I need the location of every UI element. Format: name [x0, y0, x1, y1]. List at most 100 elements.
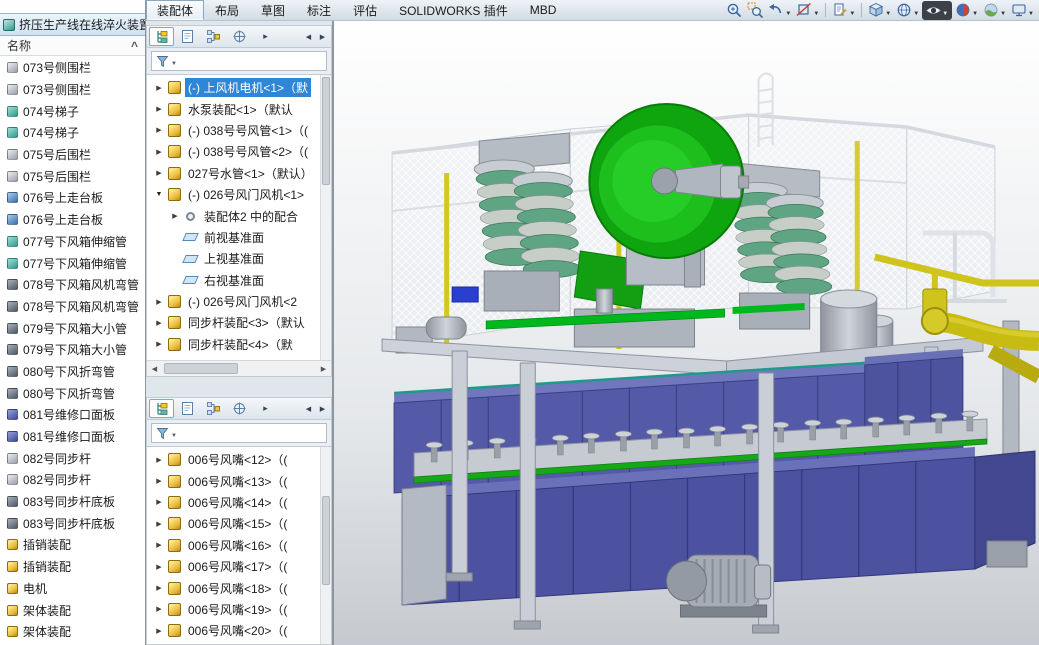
list-item[interactable]: 075号后围栏	[0, 165, 145, 187]
menu-tab[interactable]: SOLIDWORKS 插件	[388, 0, 519, 20]
configurationmanager-tab[interactable]	[201, 27, 226, 46]
scrollbar-thumb[interactable]	[164, 363, 238, 374]
tree-item[interactable]: 006号风嘴<17>（(	[147, 556, 320, 577]
apply-scene-button[interactable]	[981, 1, 1008, 20]
tree-item[interactable]: 水泵装配<1>（默认	[147, 98, 320, 119]
panel-splitter[interactable]	[146, 377, 332, 397]
next-tab-icon[interactable]	[253, 27, 278, 46]
tree-item[interactable]: (-) 038号号风管<1>（(	[147, 120, 320, 141]
tree-item[interactable]: 上视基准面	[147, 248, 320, 269]
list-item[interactable]: 077号下风箱伸缩管	[0, 231, 145, 253]
view-settings-button[interactable]	[1009, 1, 1036, 20]
expand-arrow-icon[interactable]	[154, 605, 164, 613]
scrollbar-track[interactable]	[162, 361, 316, 376]
zoom-area-button[interactable]	[745, 1, 765, 20]
previous-view-button[interactable]	[766, 1, 793, 20]
hide-show-items-button[interactable]	[922, 1, 952, 20]
list-item[interactable]: 电机	[0, 578, 145, 600]
display-style-button[interactable]	[894, 1, 921, 20]
panel-scroll-right-icon[interactable]	[316, 27, 329, 46]
scroll-right-icon[interactable]	[316, 365, 331, 373]
scrollbar-thumb[interactable]	[322, 496, 330, 585]
expand-arrow-icon[interactable]	[154, 169, 164, 177]
expand-arrow-icon[interactable]	[154, 541, 164, 549]
expand-arrow-icon[interactable]	[154, 627, 164, 635]
expand-arrow-icon[interactable]	[154, 456, 164, 464]
menu-tab[interactable]: 布局	[204, 0, 250, 20]
view-orientation-button[interactable]	[866, 1, 893, 20]
scroll-left-icon[interactable]	[147, 365, 162, 373]
expand-arrow-icon[interactable]	[154, 191, 164, 198]
list-item[interactable]: 080号下风折弯管	[0, 361, 145, 383]
expand-arrow-icon[interactable]	[154, 84, 164, 92]
displaymanager-tab[interactable]	[227, 399, 252, 418]
motor[interactable]	[666, 555, 770, 617]
3d-viewport[interactable]	[334, 21, 1039, 645]
filter-input[interactable]	[151, 423, 327, 443]
expand-arrow-icon[interactable]	[154, 340, 164, 348]
tree-item[interactable]: 006号风嘴<19>（(	[147, 599, 320, 620]
assembly-model[interactable]	[334, 21, 1039, 645]
featuremanager-tab[interactable]	[149, 399, 174, 418]
collapse-chevron-icon[interactable]	[131, 39, 138, 53]
tree-item[interactable]: 右视基准面	[147, 270, 320, 291]
expand-arrow-icon[interactable]	[154, 477, 164, 485]
section-view-button[interactable]	[794, 1, 821, 20]
list-item[interactable]: 架体装配	[0, 621, 145, 643]
list-item[interactable]: 073号侧围栏	[0, 79, 145, 101]
expand-arrow-icon[interactable]	[154, 563, 164, 571]
tree-item[interactable]: 027号水管<1>（默认）	[147, 163, 320, 184]
list-item[interactable]: 081号维修口面板	[0, 426, 145, 448]
propertymanager-tab[interactable]	[175, 27, 200, 46]
list-item[interactable]: 082号同步杆	[0, 447, 145, 469]
tree-item[interactable]: 006号风嘴<12>（(	[147, 449, 320, 470]
tree-item[interactable]: (-) 026号风门风机<2	[147, 291, 320, 312]
tree-item[interactable]: (-) 上风机电机<1>（默	[147, 77, 320, 98]
zoom-fit-button[interactable]	[724, 1, 744, 20]
list-item[interactable]: 插销装配	[0, 556, 145, 578]
list-item[interactable]: 079号下风箱大小管	[0, 339, 145, 361]
expand-arrow-icon[interactable]	[154, 148, 164, 156]
expand-arrow-icon[interactable]	[154, 105, 164, 113]
expand-arrow-icon[interactable]	[154, 498, 164, 506]
list-item[interactable]: 079号下风箱大小管	[0, 317, 145, 339]
tree-item[interactable]: 006号风嘴<18>（(	[147, 577, 320, 598]
panel-scroll-left-icon[interactable]	[302, 399, 315, 418]
filter-dropdown-icon[interactable]	[171, 54, 177, 68]
next-tab-icon[interactable]	[253, 399, 278, 418]
tree-item[interactable]: 006号风嘴<14>（(	[147, 492, 320, 513]
tree-item[interactable]: 006号风嘴<13>（(	[147, 470, 320, 491]
list-item[interactable]: 073号侧围栏	[0, 57, 145, 79]
list-item[interactable]: 077号下风箱伸缩管	[0, 252, 145, 274]
expand-arrow-icon[interactable]	[170, 212, 180, 220]
list-item[interactable]: 083号同步杆底板	[0, 491, 145, 513]
tree-item[interactable]: 同步杆装配<3>（默认	[147, 312, 320, 333]
tree-item[interactable]: 前视基准面	[147, 227, 320, 248]
tree-item[interactable]: 同步杆装配<4>（默	[147, 334, 320, 355]
list-item[interactable]: 078号下风箱风机弯管	[0, 296, 145, 318]
featuremanager-tab[interactable]	[149, 27, 174, 46]
tree-item[interactable]: (-) 038号号风管<2>（(	[147, 141, 320, 162]
filter-dropdown-icon[interactable]	[171, 426, 177, 440]
list-item[interactable]: 074号梯子	[0, 122, 145, 144]
annotation-view-button[interactable]	[830, 1, 857, 20]
filter-input[interactable]	[151, 51, 327, 71]
list-item[interactable]: 076号上走台板	[0, 209, 145, 231]
menu-tab[interactable]: 装配体	[146, 0, 204, 20]
tree-item[interactable]: 006号风嘴<15>（(	[147, 513, 320, 534]
propertymanager-tab[interactable]	[175, 399, 200, 418]
menu-tab[interactable]: 草图	[250, 0, 296, 20]
edit-appearance-button[interactable]	[953, 1, 980, 20]
displaymanager-tab[interactable]	[227, 27, 252, 46]
scrollbar-thumb[interactable]	[322, 77, 330, 185]
expand-arrow-icon[interactable]	[154, 520, 164, 528]
list-item[interactable]: 078号下风箱风机弯管	[0, 274, 145, 296]
tree-item[interactable]: 006号风嘴<16>（(	[147, 535, 320, 556]
horizontal-scrollbar[interactable]	[147, 360, 331, 376]
list-item[interactable]: 074号梯子	[0, 100, 145, 122]
menu-tab[interactable]: 标注	[296, 0, 342, 20]
list-item[interactable]: 082号同步杆	[0, 469, 145, 491]
list-item[interactable]: 081号维修口面板	[0, 404, 145, 426]
expand-arrow-icon[interactable]	[154, 126, 164, 134]
list-item[interactable]: 083号同步杆底板	[0, 512, 145, 534]
